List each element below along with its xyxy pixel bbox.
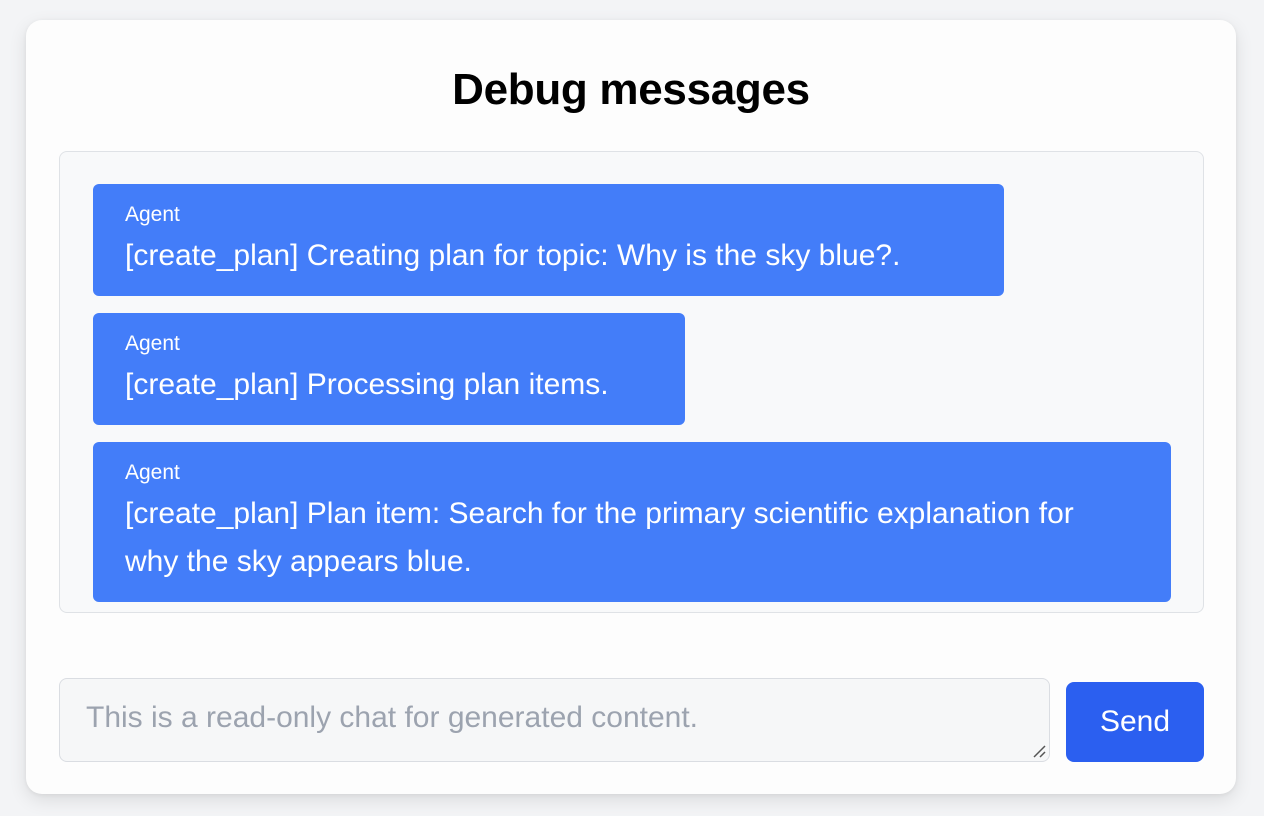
- message-bubble: Agent [create_plan] Plan item: Search fo…: [93, 442, 1171, 602]
- send-button[interactable]: Send: [1066, 682, 1204, 762]
- message-sender: Agent: [125, 332, 180, 355]
- chat-input[interactable]: [60, 679, 1049, 761]
- panel-title: Debug messages: [452, 65, 810, 114]
- chat-input-container: [59, 678, 1050, 762]
- message-list[interactable]: Agent [create_plan] Creating plan for to…: [59, 151, 1204, 613]
- message-sender: Agent: [125, 461, 180, 484]
- message-text: [create_plan] Plan item: Search for the …: [125, 497, 1074, 578]
- message-text: [create_plan] Processing plan items.: [125, 368, 609, 401]
- message-sender: Agent: [125, 203, 180, 226]
- debug-messages-panel: Debug messages Agent [create_plan] Creat…: [26, 20, 1236, 794]
- message-bubble: Agent [create_plan] Creating plan for to…: [93, 184, 1004, 296]
- resize-handle-icon[interactable]: [1030, 742, 1046, 758]
- message-text: [create_plan] Creating plan for topic: W…: [125, 239, 901, 272]
- message-bubble: Agent [create_plan] Processing plan item…: [93, 313, 685, 425]
